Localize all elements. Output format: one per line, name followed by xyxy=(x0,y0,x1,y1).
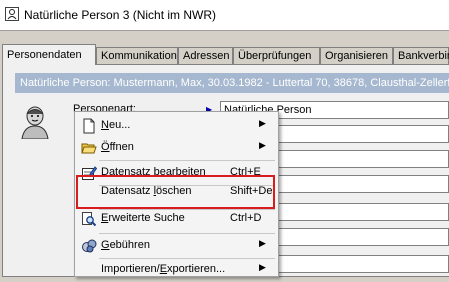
submenu-arrow-icon: ▶ xyxy=(259,238,266,248)
edit-record-icon xyxy=(82,166,97,180)
context-menu: Neu... ▶ Öffnen ▶ Datensatz bearbeiten C… xyxy=(74,111,279,277)
fees-icon xyxy=(82,239,97,253)
tab-bankverbindungen[interactable]: Bankverbin xyxy=(393,47,449,64)
person-window-icon xyxy=(5,7,19,21)
tab-adressen[interactable]: Adressen xyxy=(178,47,233,64)
tab-personendaten[interactable]: Personendaten xyxy=(2,44,96,65)
menu-item-gebuehren[interactable]: Gebühren ▶ xyxy=(75,234,278,258)
submenu-arrow-icon: ▶ xyxy=(259,140,266,150)
open-folder-icon xyxy=(81,143,97,154)
tab-organisieren[interactable]: Organisieren xyxy=(320,47,393,64)
tab-ueberpruefungen[interactable]: Überprüfungen xyxy=(233,47,320,64)
person-avatar-icon xyxy=(21,106,49,139)
window-title: Natürliche Person 3 (Nicht im NWR) xyxy=(24,8,217,22)
tab-kommunikation[interactable]: Kommunikation xyxy=(96,47,178,64)
menu-item-erweiterte-suche[interactable]: Erweiterte Suche Ctrl+D xyxy=(75,207,278,231)
submenu-arrow-icon: ▶ xyxy=(259,262,266,272)
menu-item-oeffnen[interactable]: Öffnen ▶ xyxy=(75,136,278,160)
person-header-bar: Natürliche Person: Mustermann, Max, 30.0… xyxy=(15,73,449,93)
tab-bar: Personendaten Kommunikation Adressen Übe… xyxy=(2,44,449,65)
menu-item-neu[interactable]: Neu... ▶ xyxy=(75,114,278,138)
menu-item-importieren-exportieren[interactable]: Importieren/Exportieren... ▶ xyxy=(75,258,278,282)
submenu-arrow-icon: ▶ xyxy=(259,118,266,128)
new-document-icon xyxy=(83,118,95,134)
menu-item-datensatz-loeschen[interactable]: Datensatz löschen Shift+Del xyxy=(75,180,278,204)
window-titlebar: Natürliche Person 3 (Nicht im NWR) xyxy=(0,0,449,31)
search-icon xyxy=(82,212,97,227)
